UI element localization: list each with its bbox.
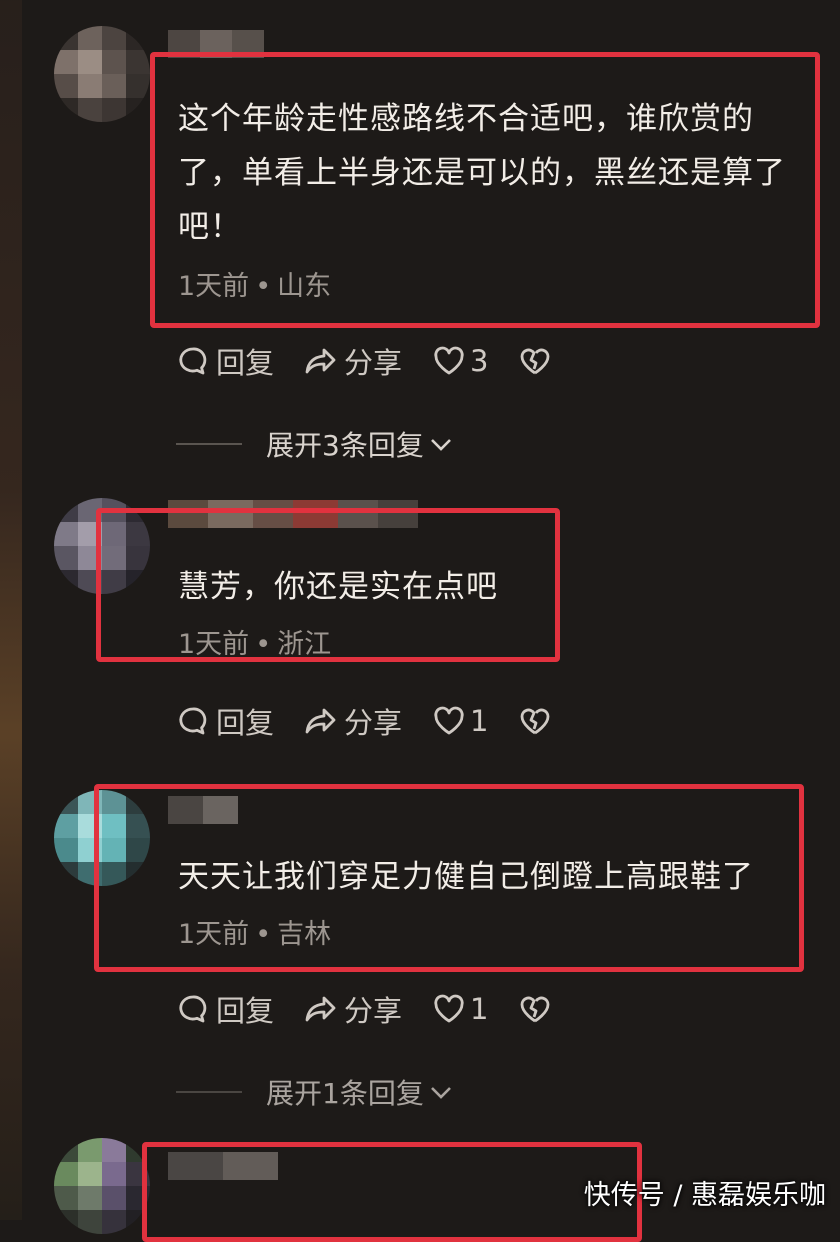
like-button[interactable]: 1: [432, 704, 488, 738]
share-icon: [305, 996, 336, 1022]
share-label: 分享: [344, 706, 403, 740]
comment-actions: 回复 分享 1: [176, 700, 588, 742]
like-count: 1: [470, 992, 489, 1026]
watermark: 快传号 / 惠磊娱乐咖: [583, 1180, 826, 1211]
reply-label: 回复: [216, 706, 275, 740]
expand-replies[interactable]: 展开3条回复: [176, 424, 454, 464]
dislike-icon: [521, 708, 550, 735]
expand-label: 展开1条回复: [266, 1077, 424, 1110]
share-button[interactable]: 分享: [304, 988, 402, 1030]
expand-label: 展开3条回复: [266, 429, 424, 462]
reply-icon: [179, 347, 207, 375]
reply-icon: [179, 707, 207, 735]
reply-button[interactable]: 回复: [176, 340, 274, 382]
heart-icon: [434, 706, 464, 735]
share-label: 分享: [344, 346, 403, 380]
like-button[interactable]: 3: [432, 344, 488, 378]
reply-label: 回复: [216, 346, 275, 380]
background-edge: [0, 0, 22, 1220]
reply-label: 回复: [216, 994, 275, 1028]
comment-actions: 回复 分享 3: [176, 340, 588, 382]
share-icon: [305, 348, 336, 374]
divider-line: [176, 443, 242, 445]
avatar[interactable]: [54, 26, 150, 122]
like-count: 3: [470, 344, 489, 378]
highlight-box: [142, 1142, 642, 1242]
reply-button[interactable]: 回复: [176, 988, 274, 1030]
divider-line: [176, 1091, 242, 1093]
comment-actions: 回复 分享 1: [176, 988, 588, 1030]
highlight-box: [150, 52, 820, 328]
dislike-button[interactable]: [518, 992, 558, 1026]
heart-icon: [434, 346, 464, 375]
share-button[interactable]: 分享: [304, 700, 402, 742]
expand-replies[interactable]: 展开1条回复: [176, 1072, 454, 1112]
like-button[interactable]: 1: [432, 992, 488, 1026]
highlight-box: [96, 508, 560, 662]
share-icon: [305, 708, 336, 734]
heart-icon: [434, 994, 464, 1023]
share-button[interactable]: 分享: [304, 340, 402, 382]
chevron-down-icon: [430, 439, 451, 451]
chevron-down-icon: [430, 1087, 451, 1099]
dislike-icon: [521, 348, 550, 375]
dislike-button[interactable]: [518, 704, 558, 738]
highlight-box: [94, 784, 804, 972]
reply-button[interactable]: 回复: [176, 700, 274, 742]
share-label: 分享: [344, 994, 403, 1028]
like-count: 1: [470, 704, 489, 738]
dislike-button[interactable]: [518, 344, 558, 378]
reply-icon: [179, 995, 207, 1023]
dislike-icon: [521, 996, 550, 1023]
